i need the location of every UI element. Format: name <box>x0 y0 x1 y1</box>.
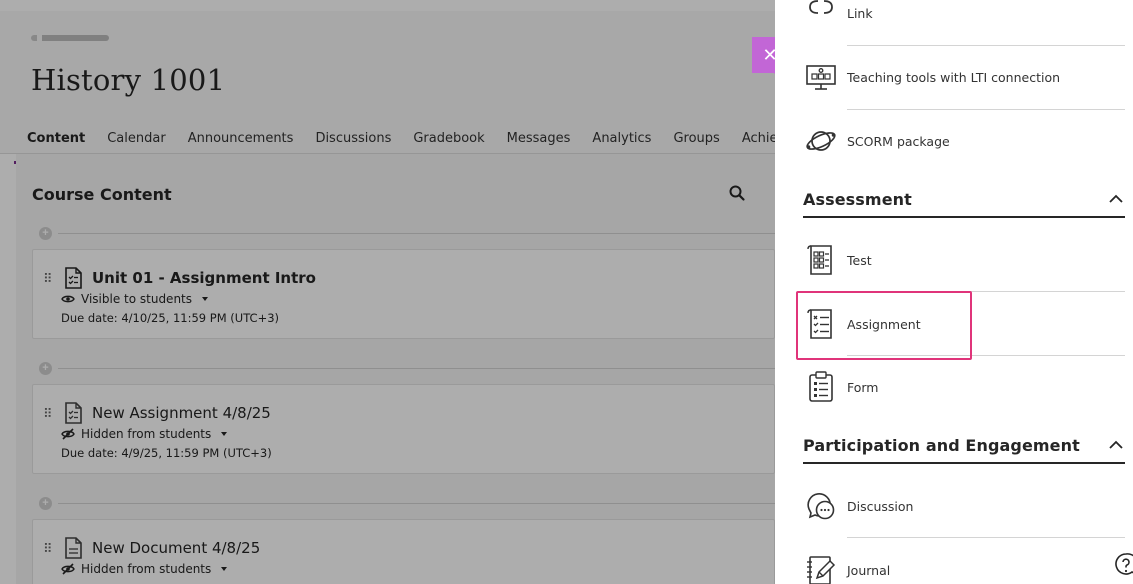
lti-tools-icon <box>806 65 836 90</box>
divider <box>847 537 1125 538</box>
panel-item-discussion[interactable]: Discussion <box>803 481 1125 531</box>
assessment-section-toggle[interactable]: Assessment <box>803 182 1125 218</box>
discussion-icon <box>807 493 835 520</box>
scorm-package-icon <box>806 131 836 151</box>
form-icon <box>809 371 833 402</box>
course-page: History 1001 Content Calendar Announceme… <box>0 0 775 584</box>
panel-item-journal[interactable]: Journal <box>803 545 1125 584</box>
help-icon[interactable] <box>1113 552 1133 578</box>
panel-item-test[interactable]: Test <box>803 235 1125 285</box>
divider <box>847 109 1125 110</box>
panel-item-label: Assignment <box>847 316 921 332</box>
panel-item-label: Journal <box>847 562 891 578</box>
divider <box>847 45 1125 46</box>
panel-item-label: Teaching tools with LTI connection <box>847 69 1061 85</box>
panel-item-label: Link <box>847 5 873 21</box>
divider <box>847 291 1125 292</box>
panel-item-scorm[interactable]: SCORM package <box>803 116 1125 166</box>
section-heading: Participation and Engagement <box>803 435 1080 455</box>
chevron-up-icon <box>1109 194 1123 203</box>
modal-overlay[interactable] <box>0 0 775 584</box>
assignment-icon <box>807 309 832 339</box>
panel-item-assignment[interactable]: Assignment <box>803 299 1125 349</box>
panel-item-lti-tools[interactable]: Teaching tools with LTI connection <box>803 52 1125 102</box>
panel-item-label: Discussion <box>847 498 914 514</box>
section-heading: Assessment <box>803 189 912 209</box>
participation-section-toggle[interactable]: Participation and Engagement <box>803 428 1125 464</box>
divider <box>847 355 1125 356</box>
panel-item-form[interactable]: Form <box>803 362 1125 412</box>
panel-item-label: Form <box>847 379 879 395</box>
link-icon <box>809 0 833 14</box>
test-icon <box>807 245 832 275</box>
add-content-panel: Link Teaching tools with LTI connection … <box>775 0 1133 584</box>
chevron-up-icon <box>1109 440 1123 449</box>
panel-item-label: Test <box>847 252 872 268</box>
journal-icon <box>807 556 836 584</box>
panel-item-link[interactable]: Link <box>803 0 1125 38</box>
panel-item-label: SCORM package <box>847 133 950 149</box>
